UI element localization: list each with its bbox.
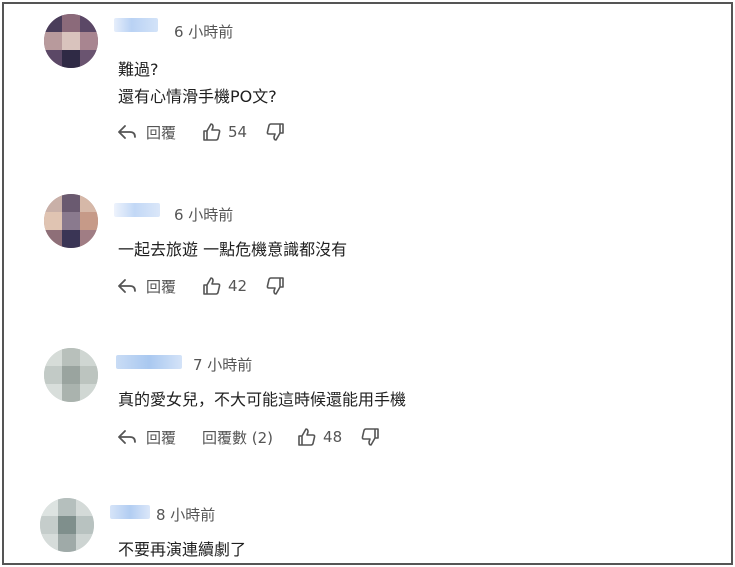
reply-label: 回覆 (146, 428, 177, 447)
comment-timestamp: 7 小時前 (193, 356, 253, 374)
comment-text-line: 還有心情滑手機PO文? (118, 87, 277, 106)
reply-arrow-icon (116, 277, 138, 295)
dislike-button[interactable] (360, 427, 380, 447)
like-count: 54 (228, 123, 248, 141)
comment-actions: 回覆 42 (116, 274, 285, 298)
dislike-button[interactable] (265, 276, 285, 296)
thumbs-down-icon (265, 276, 285, 296)
thumbs-down-icon (360, 427, 380, 447)
username-blurred[interactable] (116, 355, 182, 369)
reply-arrow-icon (116, 428, 138, 446)
thumbs-up-icon (297, 427, 317, 447)
dislike-button[interactable] (265, 122, 285, 142)
reply-label: 回覆 (146, 277, 177, 296)
avatar[interactable] (44, 194, 98, 248)
reply-button[interactable]: 回覆 (116, 276, 176, 297)
reply-count-label: 回覆數 (2) (202, 428, 274, 447)
comment-text-line: 難過? (118, 60, 159, 79)
comment-text-line: 不要再演連續劇了 (118, 540, 247, 559)
like-count: 48 (323, 428, 343, 446)
comment-timestamp: 6 小時前 (174, 206, 234, 224)
avatar[interactable] (40, 498, 94, 552)
username-blurred[interactable] (114, 203, 160, 217)
thumbs-down-icon (265, 122, 285, 142)
reply-button[interactable]: 回覆 (116, 122, 176, 143)
comment-actions: 回覆 54 (116, 120, 285, 144)
avatar[interactable] (44, 14, 98, 68)
comment-timestamp: 8 小時前 (156, 506, 216, 524)
like-button[interactable]: 48 (297, 427, 342, 447)
like-count: 42 (228, 277, 248, 295)
comment-actions: 回覆 回覆數 (2) 48 (116, 425, 380, 449)
thumbs-up-icon (202, 276, 222, 296)
thumbs-up-icon (202, 122, 222, 142)
username-blurred[interactable] (114, 18, 158, 32)
reply-label: 回覆 (146, 123, 177, 142)
comment-text-line: 真的愛女兒，不大可能這時候還能用手機 (118, 390, 407, 409)
reply-button[interactable]: 回覆 (116, 427, 176, 448)
like-button[interactable]: 42 (202, 276, 247, 296)
view-replies-button[interactable]: 回覆數 (2) (202, 427, 273, 448)
comment-timestamp: 6 小時前 (174, 23, 234, 41)
comment-thread: 6 小時前 難過? 還有心情滑手機PO文? 回覆 54 6 小時前 一起去旅遊 … (2, 2, 733, 565)
reply-arrow-icon (116, 123, 138, 141)
avatar[interactable] (44, 348, 98, 402)
like-button[interactable]: 54 (202, 122, 247, 142)
comment-text-line: 一起去旅遊 一點危機意識都沒有 (118, 240, 348, 259)
username-blurred[interactable] (110, 505, 150, 519)
